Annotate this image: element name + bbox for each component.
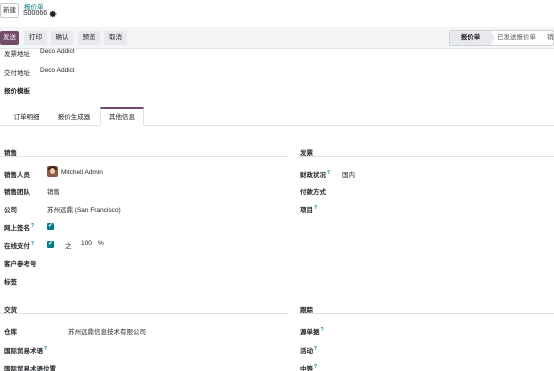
action-bar: 发送 打印 确认 预览 取消 报价单 已发送报价单 销 <box>0 27 554 49</box>
payment-terms-label: 付款方式 <box>300 189 326 196</box>
incoterm-label-text: 国际贸易术语 <box>4 348 43 355</box>
warehouse-label: 仓库 <box>4 329 17 336</box>
company-value[interactable]: 苏州远鼎 (San Francisco) <box>47 204 121 214</box>
quote-template-label: 报价模板 <box>4 88 30 95</box>
source-document-label: 源单据? <box>300 326 324 336</box>
print-button[interactable]: 打印 <box>24 31 47 45</box>
confirm-button[interactable]: 确认 <box>51 31 73 45</box>
salesperson-value[interactable]: Mitchell Admin <box>61 169 103 176</box>
source-document-label-text: 源单据 <box>300 329 320 336</box>
preview-button[interactable]: 预览 <box>78 31 100 45</box>
tab-quote-builder[interactable]: 报价生成器 <box>50 107 98 126</box>
status-quotation[interactable]: 报价单 <box>450 31 491 45</box>
online-signature-help-icon[interactable]: ? <box>31 223 34 229</box>
project-help-icon[interactable]: ? <box>314 205 317 211</box>
salesperson-label: 销售人员 <box>4 172 30 179</box>
tags-label: 标签 <box>4 279 17 286</box>
status-bar: 报价单 已发送报价单 销 <box>449 30 554 46</box>
online-payment-help-icon[interactable]: ? <box>31 241 34 247</box>
fiscal-position-value[interactable]: 国内 <box>342 169 355 179</box>
gear-icon[interactable] <box>49 10 57 18</box>
delivery-address-value[interactable]: Deco Addict <box>40 67 75 74</box>
fiscal-position-help-icon[interactable]: ? <box>327 170 330 176</box>
incoterm-help-icon[interactable]: ? <box>44 346 47 352</box>
avatar <box>47 166 58 177</box>
percent-sign: % <box>98 240 104 247</box>
incoterm-label: 国际贸易术语? <box>4 345 47 355</box>
medium-help-icon[interactable]: ? <box>314 364 317 370</box>
customer-reference-label: 客户参考号 <box>4 261 37 268</box>
online-payment-label-text: 在线支付 <box>4 243 30 250</box>
source-document-help-icon[interactable]: ? <box>321 327 324 333</box>
status-sales-order[interactable]: 销 <box>547 31 553 45</box>
notebook-tabs: 订单明细 报价生成器 其他信息 <box>0 106 554 126</box>
online-signature-label: 网上签名? <box>4 222 34 232</box>
warehouse-value[interactable]: 苏州远鼎信息技术有限公司 <box>68 326 146 336</box>
medium-label: 中等? <box>300 363 317 371</box>
fiscal-position-label-text: 财政状况 <box>300 172 326 179</box>
medium-label-text: 中等 <box>300 366 313 371</box>
delivery-section-divider <box>0 313 288 314</box>
sales-team-label: 销售团队 <box>4 189 30 196</box>
sales-section-divider <box>0 156 288 157</box>
project-label: 项目? <box>300 204 317 214</box>
project-label-text: 项目 <box>300 207 313 214</box>
online-payment-checkbox[interactable]: ✔ <box>47 241 54 248</box>
online-signature-label-text: 网上签名 <box>4 225 30 232</box>
prepayment-percent-input[interactable]: 100 <box>81 240 92 247</box>
tab-other-info[interactable]: 其他信息 <box>100 107 144 126</box>
status-chevron <box>490 31 495 45</box>
campaign-label: 活动? <box>300 345 317 355</box>
incoterm-location-label: 国际贸易术语位置 <box>4 366 56 371</box>
online-payment-of: 之 <box>65 243 72 250</box>
new-button[interactable]: 新建 <box>0 3 19 18</box>
tracking-section-divider <box>298 313 554 314</box>
invoice-address-value[interactable]: Deco Addict <box>40 48 75 55</box>
online-signature-checkbox[interactable]: ✔ <box>47 223 54 230</box>
record-name: S00066 <box>23 10 48 17</box>
delivery-address-label: 交付地址 <box>4 70 30 77</box>
tab-order-lines[interactable]: 订单明细 <box>5 107 48 126</box>
company-label: 公司 <box>4 207 17 214</box>
invoice-address-label: 发票地址 <box>4 51 30 58</box>
campaign-label-text: 活动 <box>300 348 313 355</box>
send-button[interactable]: 发送 <box>0 31 19 45</box>
sales-team-value[interactable]: 销售 <box>47 186 60 196</box>
invoicing-section-divider <box>298 156 554 157</box>
status-quotation-sent[interactable]: 已发送报价单 <box>497 31 536 45</box>
online-payment-label: 在线支付? <box>4 240 34 250</box>
campaign-help-icon[interactable]: ? <box>314 346 317 352</box>
fiscal-position-label: 财政状况? <box>300 169 330 179</box>
control-panel-header: 新建 报价单 S00066 <box>0 0 554 27</box>
cancel-button[interactable]: 取消 <box>104 31 127 45</box>
